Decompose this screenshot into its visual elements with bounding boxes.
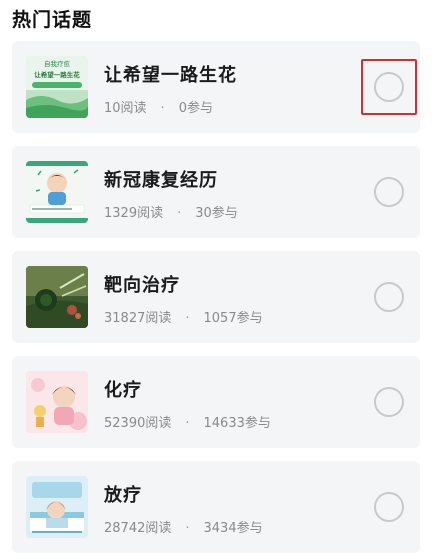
topic-title: 靶向治疗	[104, 275, 180, 296]
join-count: 30参与	[195, 206, 238, 221]
meta-separator: ·	[185, 521, 190, 536]
thumb-line-1: 自我疗愈	[44, 59, 71, 68]
topic-card-5[interactable]: 放疗 28742阅读 · 3434参与	[12, 461, 420, 553]
read-count: 28742阅读	[104, 521, 172, 536]
topic-title: 新冠康复经历	[104, 170, 218, 191]
topic-thumbnail: 自我疗愈 让希望一路生花	[26, 56, 88, 118]
topic-meta: 10阅读 · 0参与	[104, 97, 213, 116]
topic-thumbnail	[26, 371, 88, 433]
join-count: 14633参与	[203, 416, 271, 431]
read-count: 10阅读	[104, 101, 147, 116]
topic-card-4[interactable]: 化疗 52390阅读 · 14633参与	[12, 356, 420, 448]
section-title: 热门话题	[12, 9, 93, 31]
join-count: 1057参与	[203, 311, 263, 326]
topic-title: 化疗	[104, 380, 142, 401]
topic-card-1[interactable]: 自我疗愈 让希望一路生花 让希望一路生花 10阅读 · 0参与	[12, 41, 420, 133]
select-radio[interactable]	[374, 177, 404, 207]
read-count: 1329阅读	[104, 206, 164, 221]
meta-separator: ·	[177, 206, 182, 221]
select-radio[interactable]	[374, 282, 404, 312]
select-radio[interactable]	[374, 72, 404, 102]
topic-meta: 52390阅读 · 14633参与	[104, 412, 271, 431]
topic-title: 放疗	[104, 485, 142, 506]
topic-title: 让希望一路生花	[104, 65, 237, 86]
topic-meta: 28742阅读 · 3434参与	[104, 517, 263, 536]
topic-thumbnail	[26, 161, 88, 223]
join-count: 0参与	[178, 101, 213, 116]
select-radio[interactable]	[374, 387, 404, 417]
topic-thumbnail	[26, 266, 88, 328]
join-count: 3434参与	[203, 521, 263, 536]
read-count: 31827阅读	[104, 311, 172, 326]
thumb-line-2: 让希望一路生花	[34, 70, 80, 79]
meta-separator: ·	[185, 416, 190, 431]
read-count: 52390阅读	[104, 416, 172, 431]
topic-meta: 1329阅读 · 30参与	[104, 202, 238, 221]
select-radio[interactable]	[374, 492, 404, 522]
topic-card-3[interactable]: 靶向治疗 31827阅读 · 1057参与	[12, 251, 420, 343]
topic-card-2[interactable]: 新冠康复经历 1329阅读 · 30参与	[12, 146, 420, 238]
topic-thumbnail	[26, 476, 88, 538]
meta-separator: ·	[185, 311, 190, 326]
topic-meta: 31827阅读 · 1057参与	[104, 307, 263, 326]
meta-separator: ·	[160, 101, 165, 116]
